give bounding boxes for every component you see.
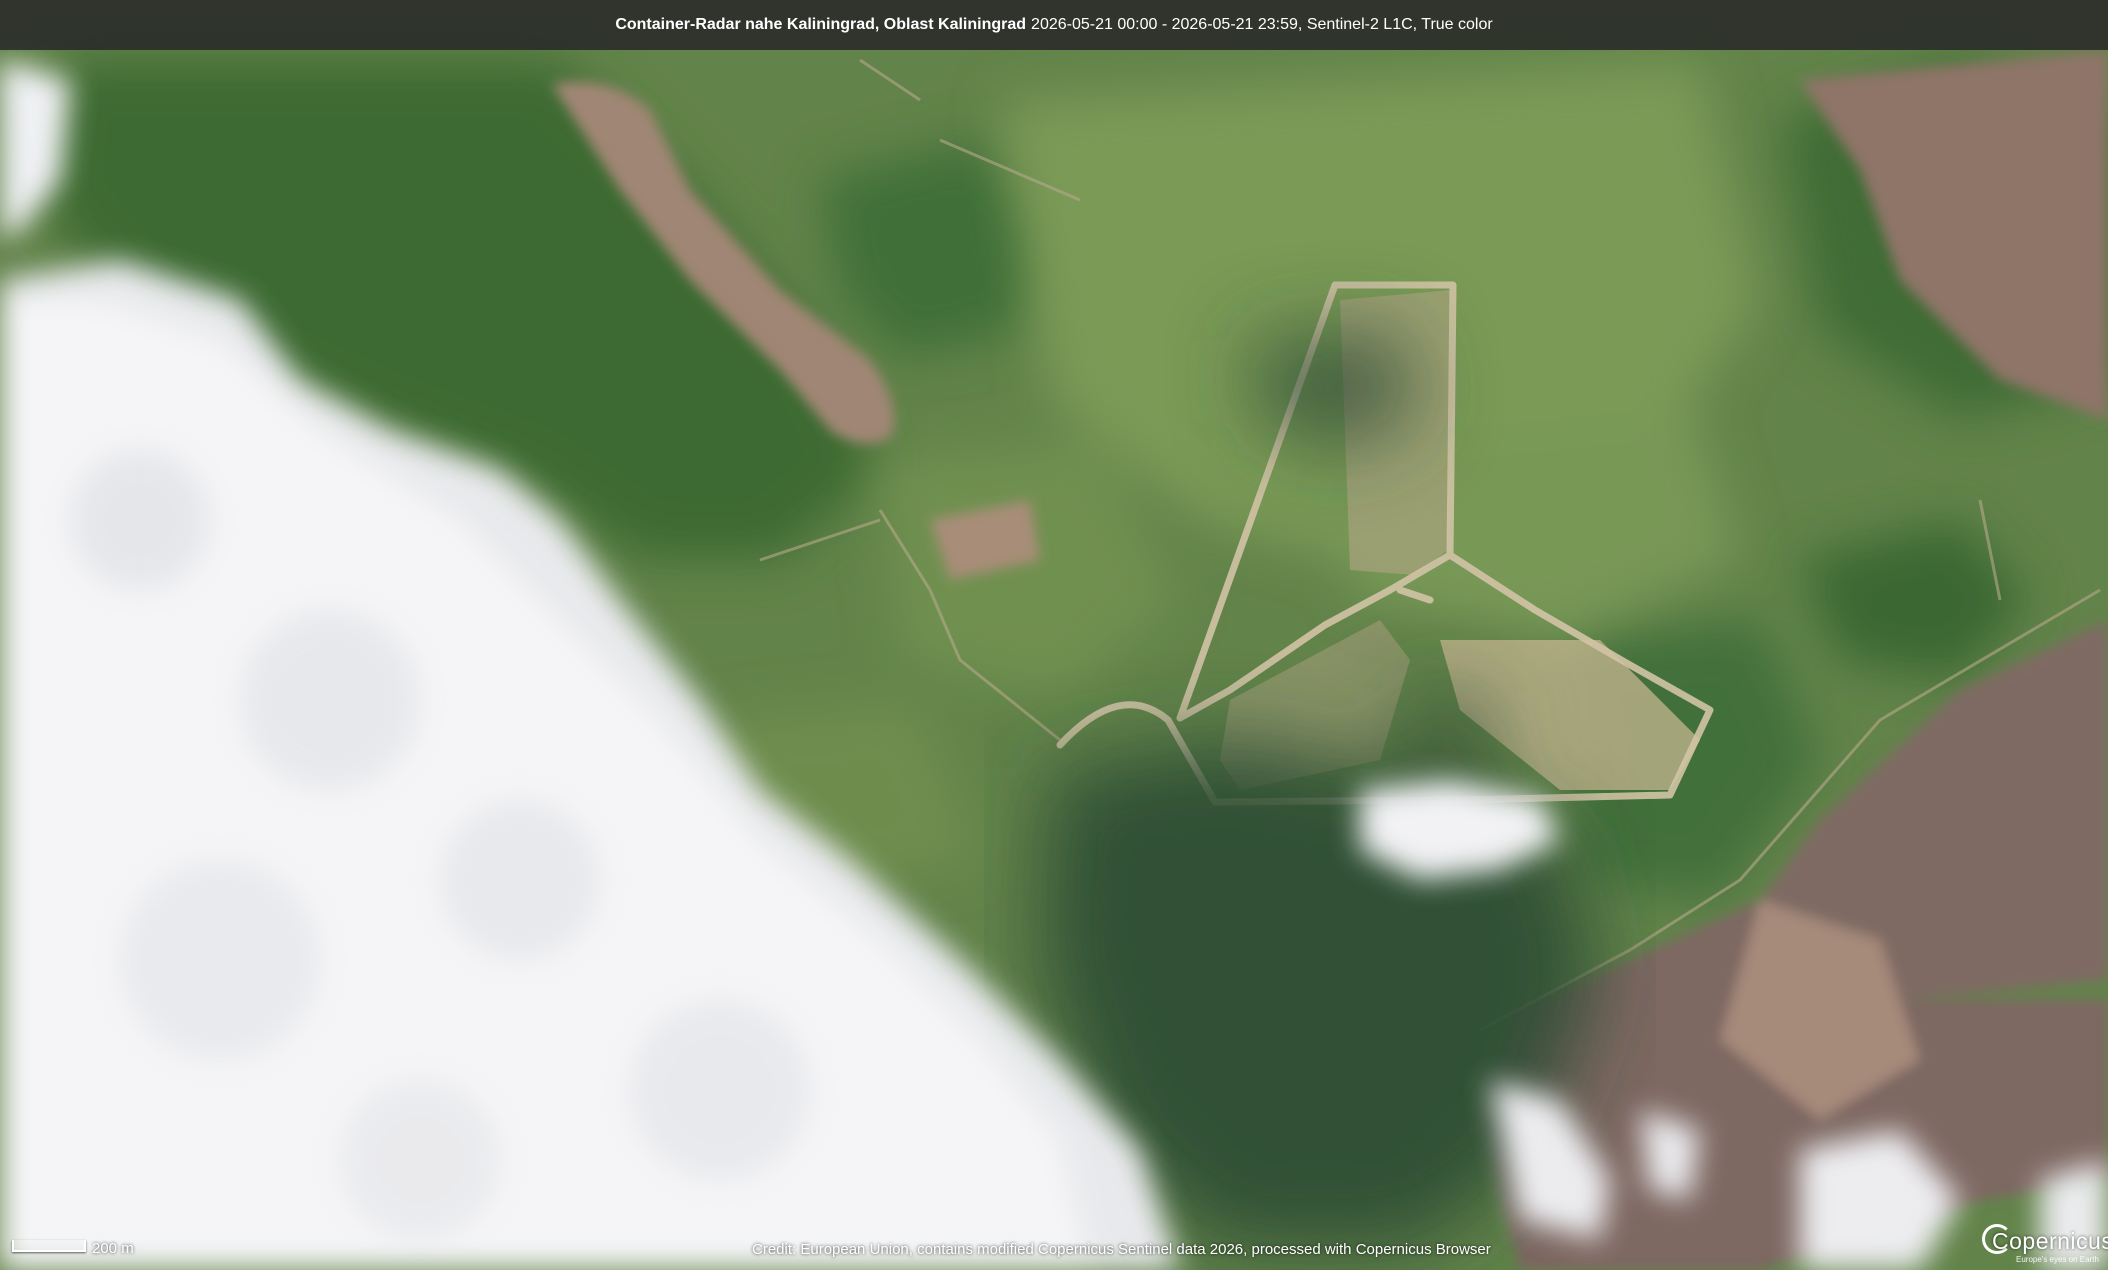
credit-text: Credit: European Union, contains modifie… <box>752 1241 1491 1258</box>
logo-tagline: Europe's eyes on Earth <box>2016 1255 2099 1264</box>
location-title: Container-Radar nahe Kaliningrad, Oblast… <box>615 16 1027 33</box>
copernicus-logo: Copernicus Europe's eyes on Earth <box>1982 1222 2108 1266</box>
scale-label: 200 m <box>92 1239 134 1257</box>
image-info-bar: Container-Radar nahe Kaliningrad, Oblast… <box>0 0 2108 50</box>
logo-wordmark: Copernicus <box>1992 1228 2108 1254</box>
scale-bar-graphic <box>12 1240 86 1252</box>
scale-bar: 200 m <box>12 1236 134 1260</box>
acquisition-details: 2026-05-21 00:00 - 2026-05-21 23:59, Sen… <box>1031 16 1493 33</box>
satellite-image <box>0 0 2108 1270</box>
